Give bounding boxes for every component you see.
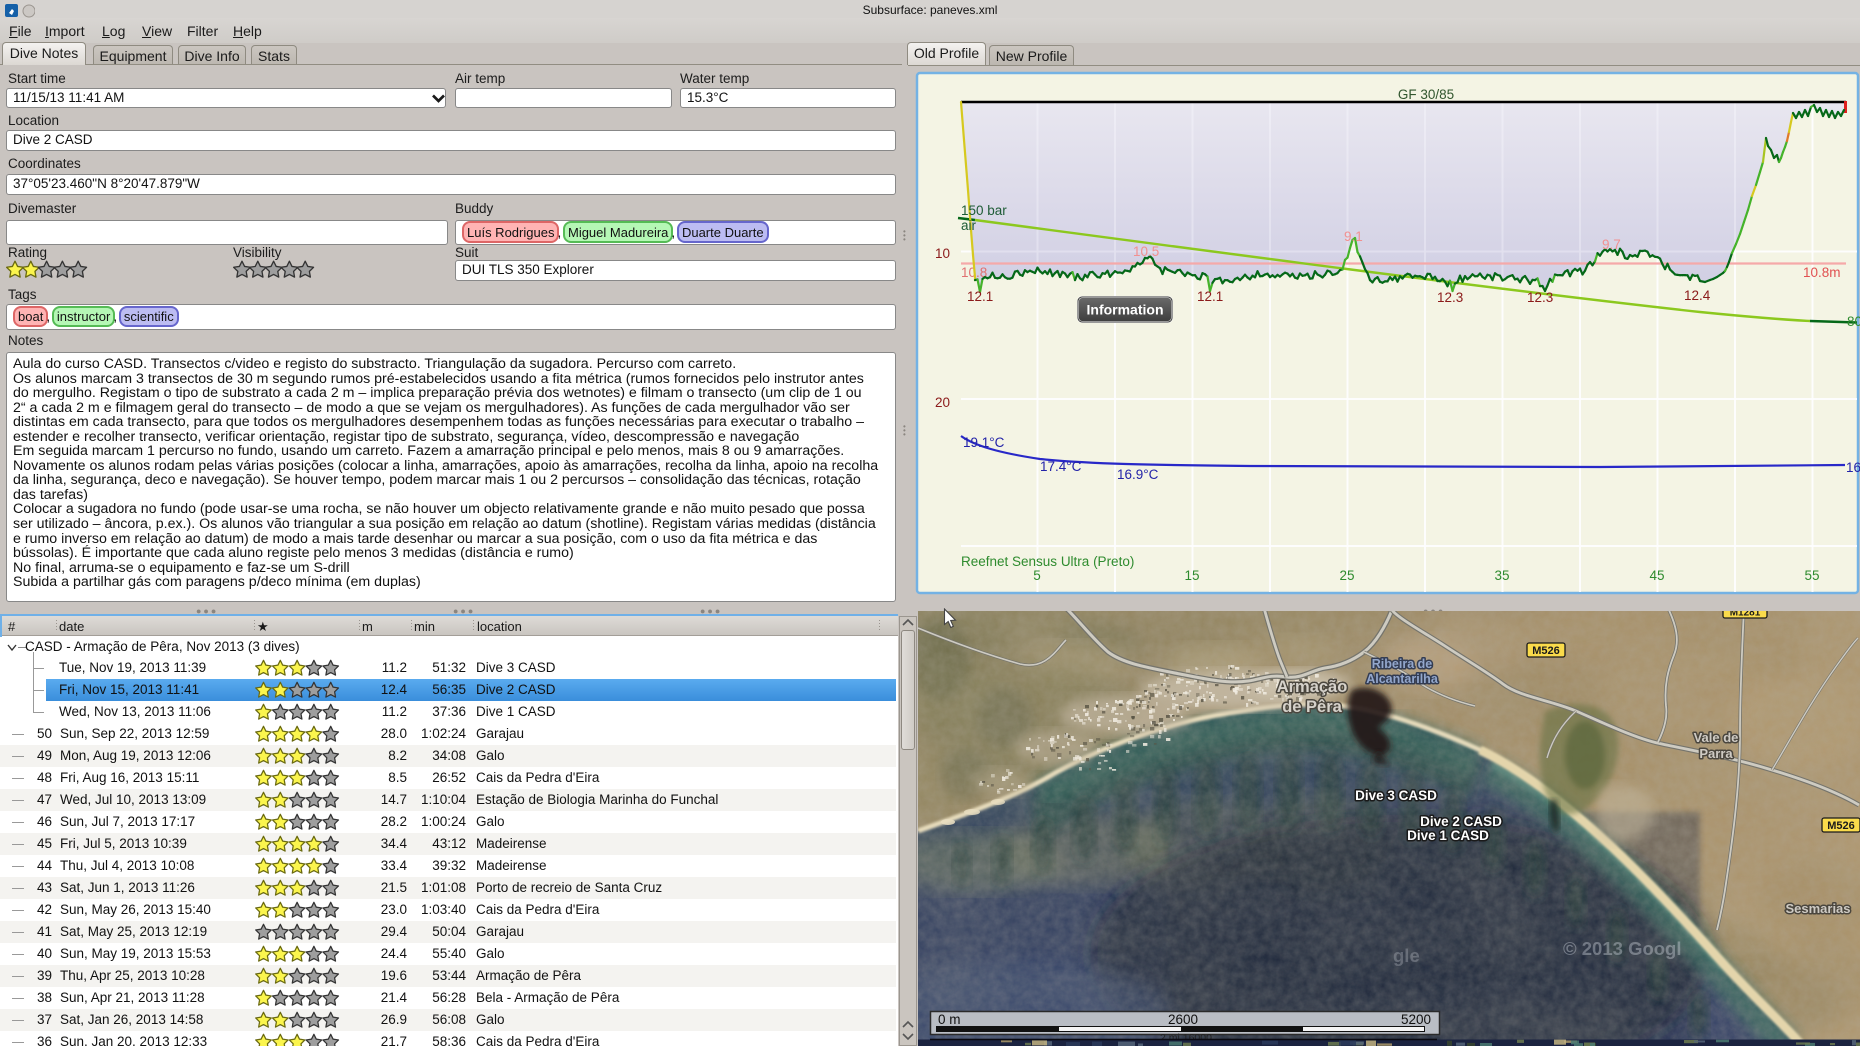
svg-text:9.7: 9.7 [1602, 237, 1621, 252]
svg-text:16.9°C: 16.9°C [1117, 467, 1159, 482]
svg-text:10: 10 [935, 246, 950, 261]
svg-text:10.8m: 10.8m [1803, 265, 1841, 280]
svg-text:Parra: Parra [1699, 746, 1733, 761]
svg-text:19.1°C: 19.1°C [963, 435, 1005, 450]
svg-text:0 m: 0 m [938, 1012, 961, 1027]
svg-text:Information: Information [1087, 302, 1164, 318]
svg-text:M526: M526 [1827, 820, 1855, 832]
svg-text:Dive 1 CASD: Dive 1 CASD [1407, 828, 1489, 843]
svg-text:35: 35 [1494, 568, 1509, 583]
svg-text:Sesmarias: Sesmarias [1785, 901, 1850, 916]
svg-text:air: air [961, 218, 977, 233]
svg-text:17.4°C: 17.4°C [1040, 459, 1082, 474]
svg-text:10.5: 10.5 [1133, 244, 1159, 259]
svg-text:12.3: 12.3 [1437, 290, 1463, 305]
svg-text:5: 5 [1033, 568, 1041, 583]
svg-text:15: 15 [1184, 568, 1199, 583]
svg-text:Dive 3 CASD: Dive 3 CASD [1355, 788, 1437, 803]
svg-text:2600: 2600 [1168, 1012, 1198, 1027]
svg-text:M526: M526 [1532, 645, 1560, 657]
svg-text:25: 25 [1339, 568, 1354, 583]
svg-text:12.3: 12.3 [1527, 290, 1553, 305]
svg-text:Alcantarilha: Alcantarilha [1366, 672, 1439, 686]
svg-text:gle: gle [1393, 945, 1420, 966]
svg-text:Ribeira de: Ribeira de [1372, 657, 1432, 671]
svg-text:de Pêra: de Pêra [1282, 698, 1342, 716]
svg-text:Dive 2 CASD: Dive 2 CASD [1420, 814, 1502, 829]
svg-text:5200: 5200 [1401, 1012, 1431, 1027]
svg-text:9.1: 9.1 [1344, 229, 1363, 244]
svg-text:Vale de: Vale de [1694, 730, 1739, 745]
svg-text:M1281: M1281 [1730, 611, 1761, 618]
svg-text:45: 45 [1649, 568, 1664, 583]
svg-text:20: 20 [935, 395, 950, 410]
svg-text:GF 30/85: GF 30/85 [1398, 87, 1454, 102]
svg-text:55: 55 [1804, 568, 1819, 583]
svg-text:© 2013 Googl: © 2013 Googl [1563, 938, 1682, 959]
svg-text:16: 16 [1846, 460, 1860, 475]
svg-text:Armação: Armação [1277, 678, 1348, 696]
svg-text:12.1: 12.1 [967, 289, 993, 304]
svg-text:80: 80 [1847, 314, 1860, 329]
svg-text:Reefnet Sensus Ultra (Preto): Reefnet Sensus Ultra (Preto) [961, 554, 1134, 569]
svg-text:12.4: 12.4 [1684, 288, 1711, 303]
svg-text:12.1: 12.1 [1197, 289, 1223, 304]
svg-text:150 bar: 150 bar [961, 203, 1007, 218]
